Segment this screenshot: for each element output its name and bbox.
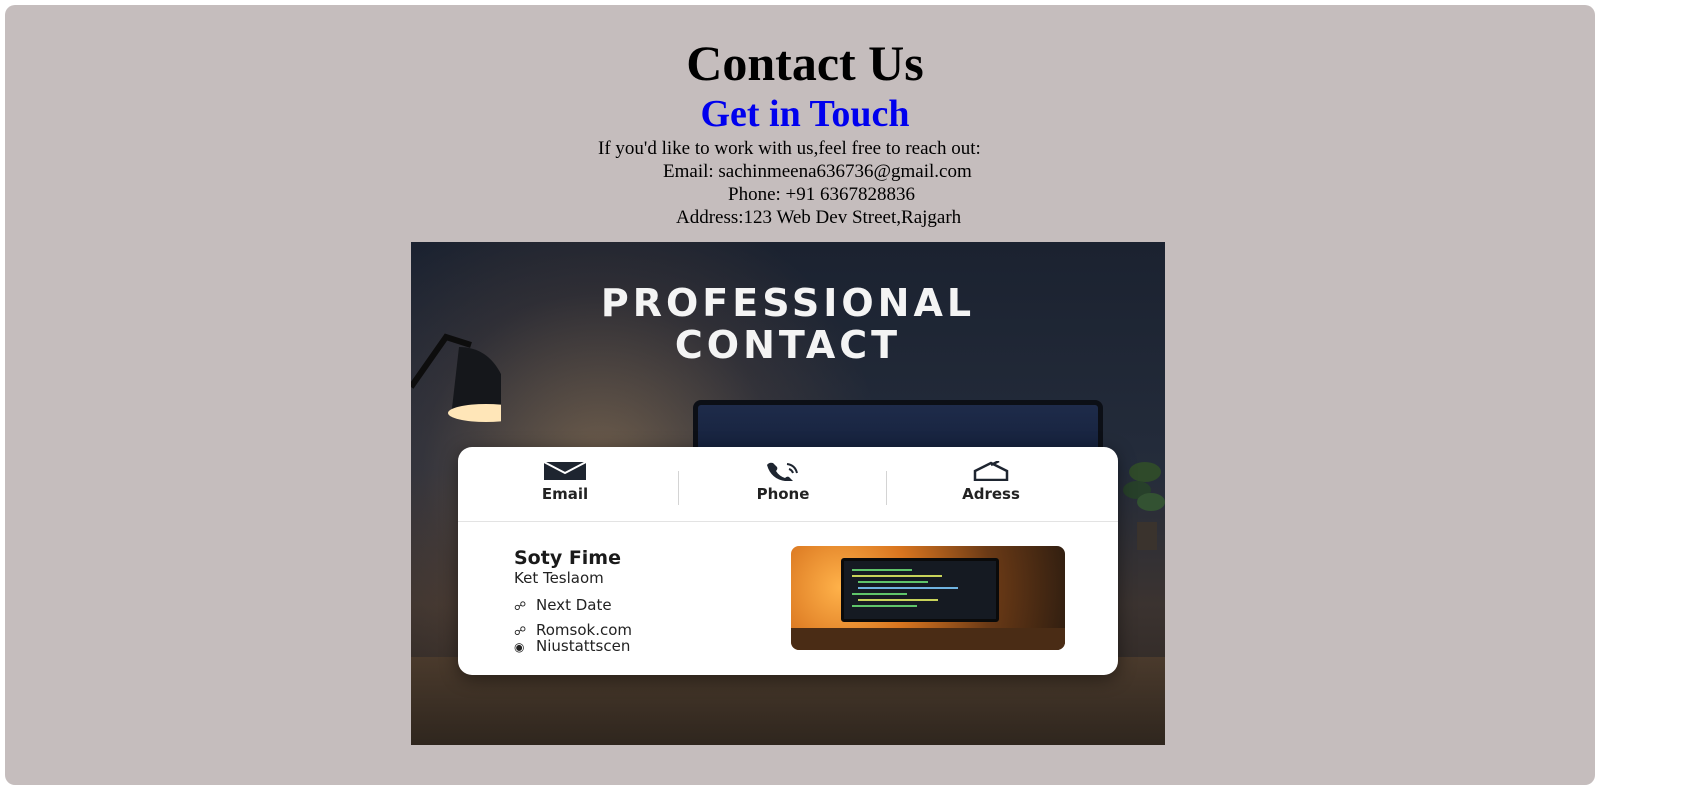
- globe-icon: ☍: [514, 624, 527, 638]
- page-title: Contact Us: [686, 35, 924, 91]
- photo-monitor: [841, 558, 999, 622]
- card-tab-phone-label: Phone: [756, 485, 810, 503]
- card-tab-row: Email Phone Adress: [458, 447, 1118, 522]
- card-line-date: ☍ Next Date: [514, 596, 612, 614]
- card-tab-email: Email: [462, 461, 668, 503]
- poster-title-line2: CONTACT: [674, 323, 902, 367]
- house-icon: [973, 461, 1009, 481]
- contact-panel: Contact Us Get in Touch If you'd like to…: [5, 5, 1595, 785]
- card-name: Soty Fime: [514, 547, 621, 569]
- plant-icon: [1123, 462, 1165, 550]
- poster-title-line1: PROFESSIONAL: [600, 281, 976, 325]
- intro-text: If you'd like to work with us,feel free …: [598, 138, 981, 159]
- link-icon: ☍: [514, 599, 527, 613]
- photo-desk: [791, 628, 1065, 650]
- address-text: Address:123 Web Dev Street,Rajgarh: [676, 207, 962, 228]
- envelope-icon: [543, 461, 587, 480]
- card-tab-phone: Phone: [680, 461, 886, 503]
- workspace-photo: [791, 546, 1065, 650]
- email-text: Email: sachinmeena636736@gmail.com: [663, 161, 972, 182]
- card-line-location: ◉ Niustattscen: [514, 637, 630, 655]
- contact-card: Email Phone Adress Soty Fime Ket Teslaom…: [458, 447, 1118, 675]
- phone-text: Phone: +91 6367828836: [728, 184, 915, 205]
- card-tab-address: Adress: [888, 461, 1094, 503]
- page-subtitle: Get in Touch: [700, 93, 910, 135]
- card-tab-address-label: Adress: [962, 485, 1020, 503]
- location-icon: ◉: [514, 640, 525, 654]
- phone-icon: [767, 462, 798, 481]
- professional-contact-image: PROFESSIONAL CONTACT Email Phone Adress …: [411, 242, 1165, 745]
- card-role: Ket Teslaom: [514, 569, 604, 587]
- card-tab-email-label: Email: [541, 485, 589, 503]
- card-line-location-text: Niustattscen: [536, 637, 631, 655]
- tab-divider: [886, 471, 887, 505]
- tab-divider: [678, 471, 679, 505]
- card-line-date-text: Next Date: [536, 596, 612, 614]
